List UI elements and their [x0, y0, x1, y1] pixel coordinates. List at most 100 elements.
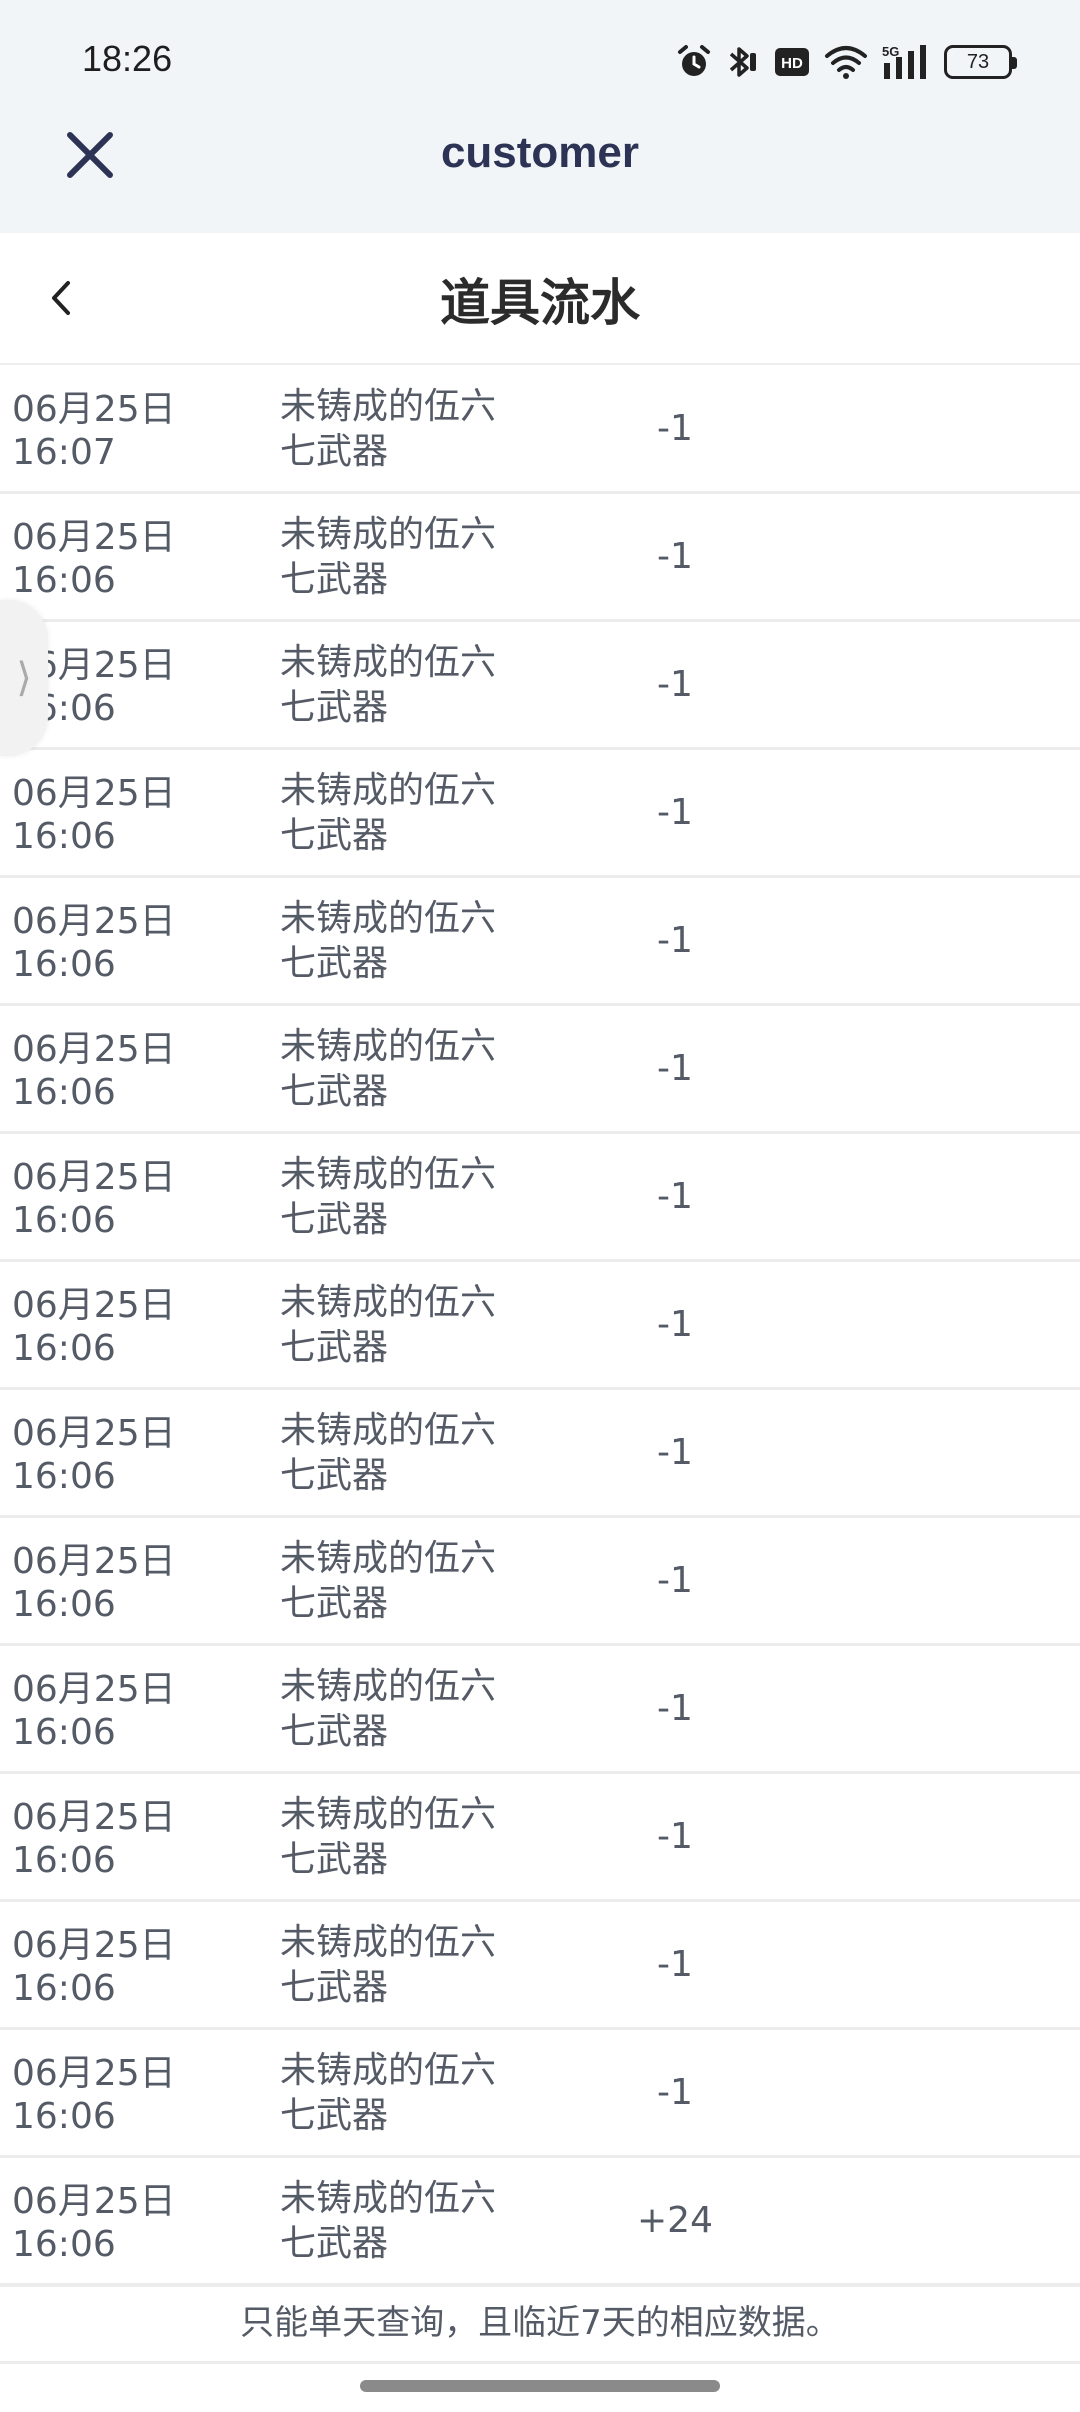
wifi-icon — [825, 46, 867, 79]
row-item-name-line2: 七武器 — [280, 559, 389, 600]
row-date: 06月25日 — [12, 2181, 176, 2222]
row-item-name-line1: 未铸成的伍六 — [280, 898, 497, 939]
app-title: customer — [440, 128, 640, 177]
row-item-name-line1: 未铸成的伍六 — [280, 2050, 497, 2091]
row-date: 06月25日 — [12, 1157, 176, 1198]
row-item-name-line2: 七武器 — [280, 1071, 389, 1112]
row-amount: +24 — [637, 2200, 713, 2241]
row-item-name-line2: 七武器 — [280, 687, 389, 728]
row-date: 06月25日 — [12, 1029, 176, 1070]
list-item: 06月25日 16:06 未铸成的伍六 七武器 -1 — [0, 1518, 1080, 1646]
row-time: 16:06 — [12, 816, 116, 857]
page-title: 道具流水 — [440, 274, 640, 332]
row-date: 06月25日 — [12, 389, 176, 430]
row-date: 06月25日 — [12, 1285, 176, 1326]
query-notice: 只能单天查询，且临近7天的相应数据。 — [0, 2284, 1080, 2364]
row-item-name-line2: 七武器 — [280, 431, 389, 472]
row-amount: -1 — [657, 408, 693, 449]
list-item: 06月25日 16:06 未铸成的伍六 七武器 -1 — [0, 622, 1080, 750]
row-item-name-line1: 未铸成的伍六 — [280, 1538, 497, 1579]
row-item-name-line1: 未铸成的伍六 — [280, 386, 497, 427]
list-item: 06月25日 16:07 未铸成的伍六 七武器 -1 — [0, 366, 1080, 494]
row-time: 16:07 — [12, 432, 116, 473]
svg-text:5G: 5G — [882, 44, 899, 59]
row-datetime: 06月25日 16:06 — [12, 772, 202, 858]
row-item-name: 未铸成的伍六 七武器 — [280, 1280, 520, 1370]
row-date: 06月25日 — [12, 517, 176, 558]
row-datetime: 06月25日 16:06 — [12, 1924, 202, 2010]
row-time: 16:06 — [12, 944, 116, 985]
row-item-name-line2: 七武器 — [280, 1199, 389, 1240]
row-item-name-line2: 七武器 — [280, 943, 389, 984]
side-drawer-tab[interactable]: ⟩ — [0, 600, 48, 756]
status-icons: HD 5G 73 — [676, 40, 1017, 84]
row-datetime: 06月25日 16:06 — [12, 1796, 202, 1882]
row-item-name: 未铸成的伍六 七武器 — [280, 768, 520, 858]
home-indicator[interactable] — [360, 2380, 720, 2392]
row-amount: -1 — [657, 664, 693, 705]
row-item-name-line2: 七武器 — [280, 2095, 389, 2136]
list-item: 06月25日 16:06 未铸成的伍六 七武器 -1 — [0, 2030, 1080, 2158]
row-item-name: 未铸成的伍六 七武器 — [280, 1152, 520, 1242]
row-item-name-line1: 未铸成的伍六 — [280, 642, 497, 683]
row-item-name: 未铸成的伍六 七武器 — [280, 2048, 520, 2138]
row-item-name-line1: 未铸成的伍六 — [280, 1410, 497, 1451]
row-item-name-line2: 七武器 — [280, 1839, 389, 1880]
svg-text:HD: HD — [781, 55, 803, 72]
chevron-right-icon: ⟩ — [16, 655, 32, 701]
bluetooth-icon — [729, 47, 756, 77]
row-item-name-line1: 未铸成的伍六 — [280, 1666, 497, 1707]
row-date: 06月25日 — [12, 1413, 176, 1454]
row-item-name: 未铸成的伍六 七武器 — [280, 1664, 520, 1754]
row-date: 06月25日 — [12, 773, 176, 814]
row-time: 16:06 — [12, 1200, 116, 1241]
row-amount: -1 — [657, 536, 693, 577]
row-item-name: 未铸成的伍六 七武器 — [280, 2176, 520, 2266]
row-datetime: 06月25日 16:06 — [12, 1028, 202, 1114]
page-header: 道具流水 — [0, 233, 1080, 365]
row-amount: -1 — [657, 2072, 693, 2113]
row-date: 06月25日 — [12, 2053, 176, 2094]
row-date: 06月25日 — [12, 901, 176, 942]
row-time: 16:06 — [12, 2096, 116, 2137]
row-item-name: 未铸成的伍六 七武器 — [280, 384, 520, 474]
list-item: 06月25日 16:06 未铸成的伍六 七武器 -1 — [0, 1006, 1080, 1134]
list-item: 06月25日 16:06 未铸成的伍六 七武器 -1 — [0, 750, 1080, 878]
list-item: 06月25日 16:06 未铸成的伍六 七武器 +24 — [0, 2158, 1080, 2286]
row-amount: -1 — [657, 1560, 693, 1601]
row-amount: -1 — [657, 1944, 693, 1985]
row-date: 06月25日 — [12, 1541, 176, 1582]
row-item-name-line1: 未铸成的伍六 — [280, 1026, 497, 1067]
row-item-name-line1: 未铸成的伍六 — [280, 1794, 497, 1835]
row-time: 16:06 — [12, 1968, 116, 2009]
row-item-name-line1: 未铸成的伍六 — [280, 2178, 497, 2219]
row-datetime: 06月25日 16:06 — [12, 1412, 202, 1498]
row-amount: -1 — [657, 920, 693, 961]
row-time: 16:06 — [12, 1072, 116, 1113]
row-datetime: 06月25日 16:06 — [12, 1284, 202, 1370]
row-time: 16:06 — [12, 2224, 116, 2265]
row-date: 06月25日 — [12, 1797, 176, 1838]
row-datetime: 06月25日 16:06 — [12, 1668, 202, 1754]
list-item: 06月25日 16:06 未铸成的伍六 七武器 -1 — [0, 1390, 1080, 1518]
row-datetime: 06月25日 16:07 — [12, 388, 202, 474]
row-datetime: 06月25日 16:06 — [12, 900, 202, 986]
row-amount: -1 — [657, 1176, 693, 1217]
row-item-name-line2: 七武器 — [280, 1455, 389, 1496]
row-datetime: 06月25日 16:06 — [12, 516, 202, 602]
row-amount: -1 — [657, 1432, 693, 1473]
row-item-name: 未铸成的伍六 七武器 — [280, 1408, 520, 1498]
list-item: 06月25日 16:06 未铸成的伍六 七武器 -1 — [0, 494, 1080, 622]
list-item: 06月25日 16:06 未铸成的伍六 七武器 -1 — [0, 878, 1080, 1006]
row-item-name: 未铸成的伍六 七武器 — [280, 1920, 520, 2010]
row-datetime: 06月25日 16:06 — [12, 1540, 202, 1626]
row-item-name-line1: 未铸成的伍六 — [280, 1282, 497, 1323]
row-item-name-line2: 七武器 — [280, 1711, 389, 1752]
status-time: 18:26 — [82, 38, 173, 79]
row-time: 16:06 — [12, 1584, 116, 1625]
list-item: 06月25日 16:06 未铸成的伍六 七武器 -1 — [0, 1774, 1080, 1902]
battery-level: 73 — [966, 50, 990, 73]
row-time: 16:06 — [12, 1456, 116, 1497]
row-item-name-line2: 七武器 — [280, 1583, 389, 1624]
row-item-name: 未铸成的伍六 七武器 — [280, 640, 520, 730]
